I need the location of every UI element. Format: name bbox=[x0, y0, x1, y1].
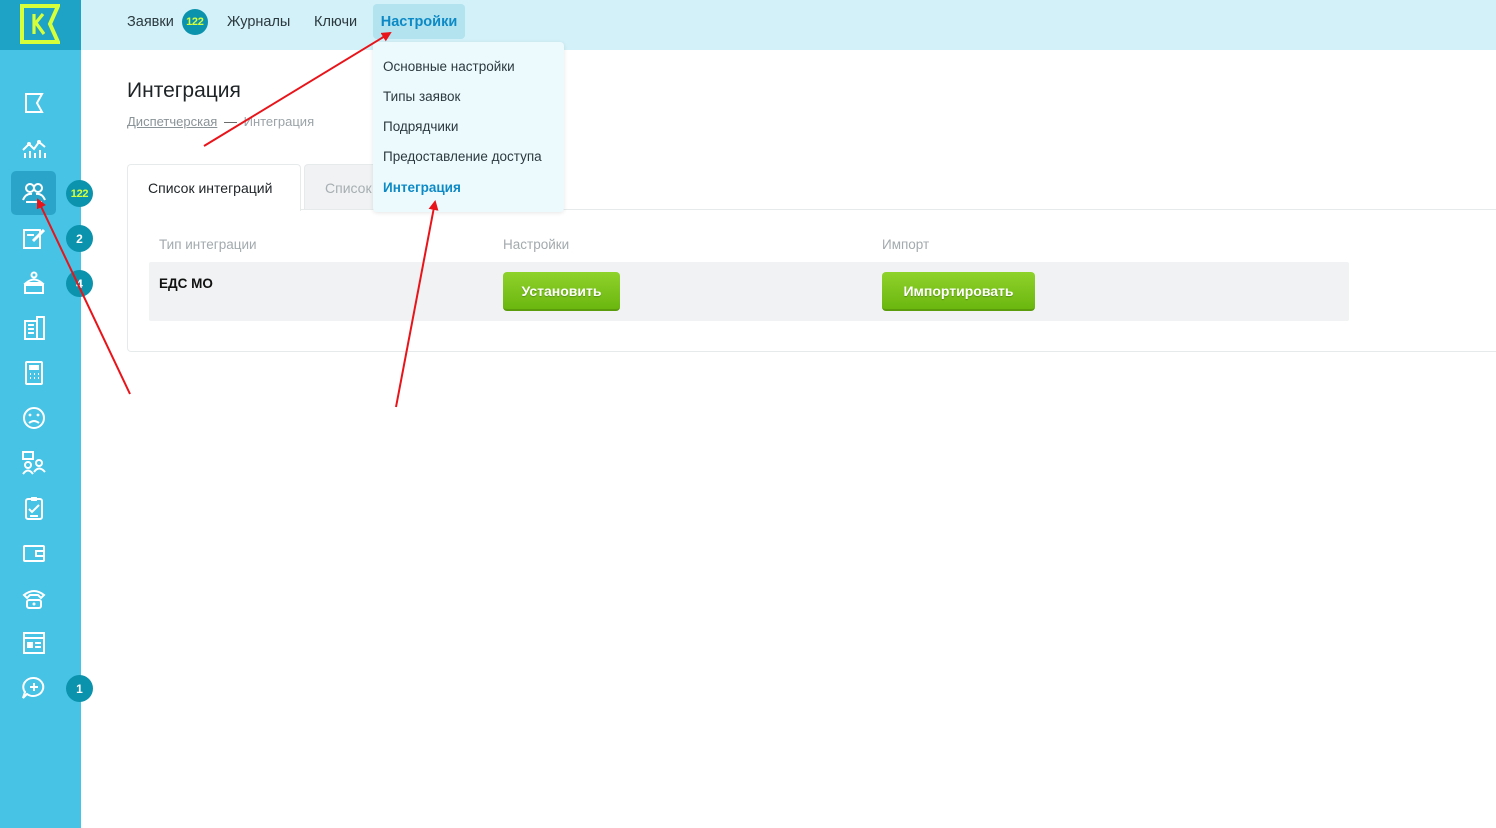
nav-settings[interactable]: Настройки bbox=[373, 4, 465, 39]
wallet-icon bbox=[22, 545, 45, 562]
sidebar-item-residents[interactable] bbox=[11, 441, 56, 485]
nav-requests-label: Заявки bbox=[127, 13, 174, 30]
logo[interactable] bbox=[0, 0, 81, 50]
page-title: Интеграция bbox=[127, 79, 241, 102]
breadcrumb-separator: — bbox=[223, 114, 237, 129]
column-header-type: Тип интеграции bbox=[159, 237, 257, 252]
dispatcher-badge: 122 bbox=[66, 180, 93, 207]
nav-keys[interactable]: Ключи bbox=[304, 4, 367, 39]
worker-badge: 4 bbox=[66, 270, 93, 297]
sidebar-item-checklist[interactable] bbox=[11, 486, 56, 530]
sidebar-item-chat[interactable] bbox=[11, 666, 56, 710]
logo-icon bbox=[20, 4, 60, 44]
worker-icon bbox=[22, 271, 45, 294]
chat-plus-icon bbox=[21, 676, 44, 699]
dropdown-item-access[interactable]: Предоставление доступа bbox=[383, 149, 542, 164]
breadcrumb-link-dispatcher[interactable]: Диспетчерская bbox=[127, 114, 217, 129]
column-header-settings: Настройки bbox=[503, 237, 570, 252]
calculator-icon bbox=[24, 361, 43, 385]
sidebar-item-worker[interactable] bbox=[11, 261, 56, 305]
sidebar-item-phone[interactable] bbox=[11, 576, 56, 620]
tab-integration-list[interactable]: Список интеграций bbox=[127, 164, 301, 211]
dropdown-item-request-types[interactable]: Типы заявок bbox=[383, 89, 460, 104]
sidebar-item-calculator[interactable] bbox=[11, 351, 56, 395]
sidebar-item-complaints[interactable] bbox=[11, 396, 56, 440]
requests-badge: 122 bbox=[181, 8, 208, 35]
sidebar-item-wallet[interactable] bbox=[11, 531, 56, 575]
sidebar-item-card[interactable] bbox=[11, 621, 56, 665]
sad-face-icon bbox=[22, 407, 45, 429]
integration-name: ЕДС МО bbox=[159, 276, 213, 291]
flag-icon bbox=[24, 93, 44, 113]
nav-requests[interactable]: Заявки 122 bbox=[117, 4, 218, 39]
install-button[interactable]: Установить bbox=[503, 272, 620, 311]
dispatcher-icon bbox=[21, 183, 46, 203]
checklist-icon bbox=[24, 497, 43, 520]
sidebar-item-dispatcher[interactable] bbox=[11, 171, 56, 215]
analytics-icon bbox=[21, 140, 46, 158]
nav-journals[interactable]: Журналы bbox=[217, 4, 300, 39]
edit-badge: 2 bbox=[66, 225, 93, 252]
sidebar-item-analytics[interactable] bbox=[11, 126, 56, 170]
column-header-import: Импорт bbox=[882, 237, 930, 252]
settings-dropdown: Основные настройки Типы заявок Подрядчик… bbox=[373, 42, 564, 212]
card-icon bbox=[22, 632, 45, 654]
import-button[interactable]: Импортировать bbox=[882, 272, 1035, 311]
sidebar: 122 2 4 1 bbox=[0, 0, 93, 828]
chat-badge: 1 bbox=[66, 675, 93, 702]
sidebar-item-flag[interactable] bbox=[11, 81, 56, 125]
phone-icon bbox=[22, 590, 45, 609]
breadcrumb-current: Интеграция bbox=[243, 114, 315, 129]
breadcrumb: Диспетчерская — Интеграция bbox=[127, 114, 314, 129]
sidebar-item-edit[interactable] bbox=[11, 216, 56, 260]
dropdown-item-general[interactable]: Основные настройки bbox=[383, 59, 515, 74]
dropdown-item-contractors[interactable]: Подрядчики bbox=[383, 119, 458, 134]
building-icon bbox=[23, 316, 45, 340]
residents-icon bbox=[21, 451, 46, 475]
dropdown-item-integration[interactable]: Интеграция bbox=[383, 180, 461, 195]
edit-doc-icon bbox=[22, 228, 45, 249]
sidebar-item-building[interactable] bbox=[11, 306, 56, 350]
table-row bbox=[149, 262, 1349, 321]
